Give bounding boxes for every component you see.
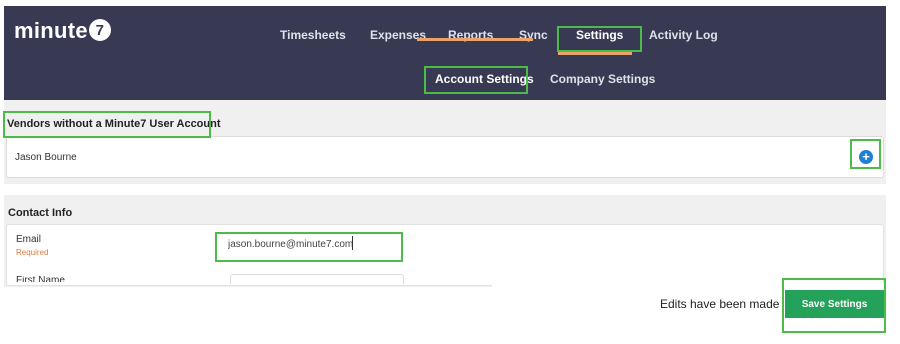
nav-activity-log[interactable]: Activity Log <box>649 28 718 42</box>
contact-info-card <box>6 224 884 286</box>
nav-settings[interactable]: Settings <box>576 28 623 42</box>
first-name-field[interactable] <box>230 274 404 284</box>
email-required-note: Required <box>16 248 49 257</box>
first-name-label: First Name <box>16 276 65 282</box>
tab-account-settings[interactable]: Account Settings <box>435 72 534 86</box>
logo-mark: 7 <box>88 19 111 41</box>
settings-subnav: Account Settings Company Settings <box>4 58 886 100</box>
nav-active-indicator <box>558 52 632 55</box>
tab-company-settings[interactable]: Company Settings <box>550 72 655 86</box>
vendor-name: Jason Bourne <box>15 152 77 163</box>
email-label: Email <box>16 234 42 245</box>
vendor-list-item: Jason Bourne <box>6 136 884 178</box>
nav-timesheets[interactable]: Timesheets <box>280 28 346 42</box>
save-settings-button[interactable]: Save Settings <box>785 290 884 318</box>
email-field[interactable] <box>228 236 358 252</box>
logo-text: minute <box>14 18 88 43</box>
minute7-logo[interactable]: minute 7 <box>14 18 111 44</box>
settings-page: minute 7 Timesheets Expenses Reports Sync… <box>0 0 900 344</box>
text-cursor <box>352 236 353 250</box>
edits-status-text: Edits have been made <box>660 297 780 311</box>
subnav-active-indicator <box>417 38 533 41</box>
add-user-button[interactable]: + <box>859 150 873 164</box>
contact-info-title: Contact Info <box>8 207 73 219</box>
top-navigation-bar: minute 7 Timesheets Expenses Reports Sync… <box>4 6 886 58</box>
vendors-section-title: Vendors without a Minute7 User Account <box>7 118 221 130</box>
plus-circle-icon: + <box>862 149 870 164</box>
